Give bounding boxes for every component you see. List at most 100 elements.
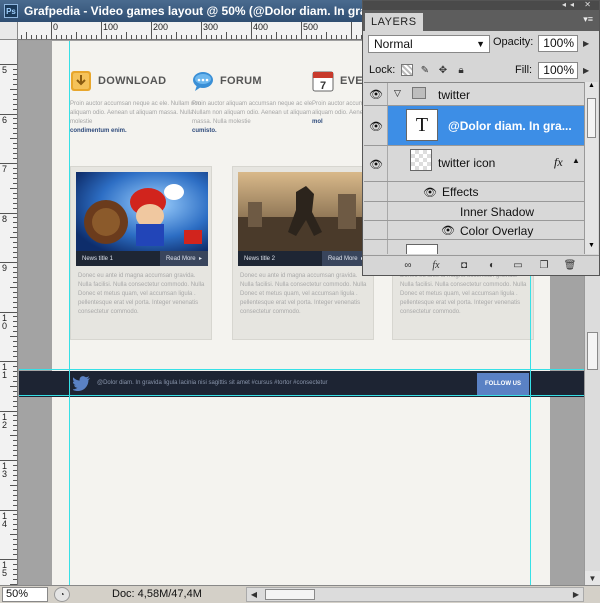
ruler-tick	[10, 385, 17, 387]
adjustment-layer-icon[interactable]: ◐	[485, 259, 499, 272]
document-size[interactable]: Doc: 4,58M/47,4M	[112, 588, 202, 600]
link-layers-icon[interactable]: ∞	[401, 259, 415, 272]
tab-layers[interactable]: LAYERS	[365, 13, 423, 31]
ruler-tick	[13, 167, 17, 169]
card-title-bar: News title 1 Read More ▸	[76, 251, 208, 266]
feature-title: DOWNLOAD	[98, 75, 167, 87]
opacity-slider-arrow[interactable]: ▶	[583, 39, 589, 48]
horizontal-ruler[interactable]: 0 100 200 300 400 500	[18, 22, 362, 40]
chevron-down-icon: ▼	[476, 39, 485, 49]
ruler-tick	[13, 351, 17, 353]
lock-brush-icon[interactable]: ✎	[419, 64, 431, 76]
ruler-tick	[231, 35, 232, 39]
horizontal-scroll-thumb[interactable]	[265, 589, 315, 600]
follow-us-button[interactable]: FOLLOW US	[477, 373, 529, 395]
ruler-tick	[86, 35, 87, 39]
panel-menu-icon[interactable]: ▾≡	[583, 14, 593, 25]
ruler-origin[interactable]	[0, 22, 18, 40]
lock-transparency-icon[interactable]	[401, 64, 413, 76]
ruler-tick	[13, 494, 17, 496]
ruler-tick	[13, 568, 17, 570]
zoom-field[interactable]: 50%	[2, 587, 48, 602]
ruler-label: 12	[2, 411, 8, 430]
layers-scrollbar[interactable]: ▲ ▼	[584, 82, 598, 254]
vertical-scroll-thumb[interactable]	[587, 332, 598, 370]
collapse-panel-icon[interactable]: ◂◂ ✕	[562, 0, 595, 9]
layer-next[interactable]	[364, 240, 584, 254]
ruler-tick	[251, 22, 252, 39]
ruler-tick	[126, 32, 127, 39]
lock-all-icon[interactable]: 🔒︎	[455, 64, 467, 76]
layer-text-selected[interactable]: 👁︎ T @Dolor diam. In gra...	[364, 106, 584, 146]
ruler-tick	[10, 237, 17, 239]
panel-header-strip[interactable]: ◂◂ ✕	[363, 0, 599, 10]
feature-link[interactable]: condimentum enim.	[70, 128, 127, 134]
guide-horizontal[interactable]	[19, 369, 584, 370]
ruler-tick	[13, 128, 17, 130]
ruler-label: 15	[2, 560, 8, 578]
visibility-eye-icon[interactable]: 👁︎	[368, 158, 384, 171]
status-info-icon[interactable]: ◔	[54, 587, 70, 602]
ruler-tick	[71, 35, 72, 39]
new-group-icon[interactable]: ▭	[511, 259, 525, 272]
ruler-tick	[191, 35, 192, 39]
visibility-eye-icon[interactable]: 👁︎	[368, 88, 384, 101]
card-text: Donec eu ante id magna accumsan gravida.…	[78, 273, 205, 315]
fill-field[interactable]: 100%	[538, 62, 578, 79]
guide-horizontal[interactable]	[19, 395, 584, 396]
ruler-tick	[13, 133, 17, 135]
ruler-tick	[201, 22, 202, 39]
feature-link[interactable]: cumisto.	[192, 128, 217, 134]
effect-inner-shadow[interactable]: Inner Shadow	[364, 202, 584, 221]
layer-twitter-icon[interactable]: 👁︎ twitter icon fx ▲	[364, 146, 584, 182]
ruler-tick	[13, 529, 17, 531]
add-style-icon[interactable]: fx	[429, 259, 443, 272]
horizontal-scrollbar[interactable]: ◀ ▶	[246, 587, 584, 602]
ruler-tick	[356, 35, 357, 39]
ruler-tick	[121, 35, 122, 39]
scroll-left-arrow[interactable]: ◀	[247, 588, 261, 601]
layers-scroll-thumb[interactable]	[587, 98, 596, 138]
ruler-tick	[311, 35, 312, 39]
new-layer-icon[interactable]: ❐	[537, 259, 551, 272]
ruler-tick	[13, 316, 17, 318]
read-more-button[interactable]: Read More ▸	[159, 251, 208, 266]
delete-layer-icon[interactable]: 🗑︎	[563, 259, 577, 272]
ruler-tick	[13, 68, 17, 70]
ruler-tick	[13, 341, 17, 343]
scroll-right-arrow[interactable]: ▶	[569, 588, 583, 601]
ruler-tick	[13, 356, 17, 358]
effect-color-overlay[interactable]: 👁︎ Color Overlay	[364, 221, 584, 240]
visibility-eye-icon[interactable]: 👁︎	[368, 120, 384, 133]
layer-group-twitter[interactable]: 👁︎ ▽ twitter	[364, 83, 584, 106]
feature-link[interactable]: mol	[312, 119, 323, 125]
visibility-eye-icon[interactable]: 👁︎	[440, 224, 456, 237]
blend-mode-select[interactable]: Normal ▼	[368, 35, 490, 53]
ruler-tick	[13, 489, 17, 491]
add-mask-icon[interactable]: ◘	[457, 259, 471, 272]
lock-move-icon[interactable]: ✥	[437, 64, 449, 76]
ruler-tick	[10, 534, 17, 536]
feature-forum: FORUM Proin auctor aliquam accumsan nequ…	[192, 69, 332, 136]
effects-collapse-icon[interactable]: ▲	[572, 156, 580, 165]
opacity-field[interactable]: 100%	[538, 35, 578, 52]
ruler-tick	[151, 22, 152, 39]
layer-effects-row[interactable]: 👁︎ Effects	[364, 182, 584, 202]
ruler-tick	[246, 35, 247, 39]
group-expand-icon[interactable]: ▽	[394, 88, 401, 99]
fx-icon[interactable]: fx	[554, 155, 563, 170]
guide-vertical[interactable]	[69, 41, 70, 585]
scroll-down-arrow[interactable]: ▼	[585, 571, 600, 585]
news-card: News title 2 Read More ▸ Donec eu ante i…	[232, 166, 374, 340]
effect-name: Color Overlay	[460, 224, 534, 238]
ruler-tick	[13, 400, 17, 402]
vertical-scrollbar[interactable]: ▼	[584, 270, 600, 585]
fill-slider-arrow[interactable]: ▶	[583, 66, 589, 75]
visibility-eye-icon[interactable]: 👁︎	[422, 186, 438, 199]
vertical-ruler[interactable]: 5 6 7 8 9 10 11 12 13 14 15	[0, 40, 18, 585]
scroll-up-arrow[interactable]: ▲	[585, 82, 598, 94]
scroll-down-arrow[interactable]: ▼	[585, 242, 598, 254]
calendar-icon: 7	[312, 71, 334, 92]
document-title-bar[interactable]: Ps Grafpedia - Video games layout @ 50% …	[0, 0, 362, 22]
ruler-tick	[13, 578, 17, 580]
